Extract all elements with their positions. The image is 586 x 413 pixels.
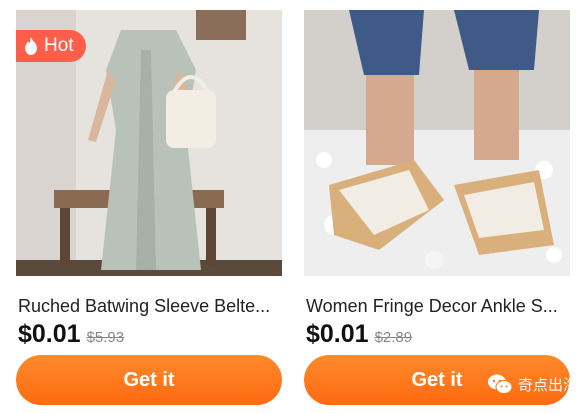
- product-card-dress[interactable]: Hot Ruched Batwing Sleeve Belte... $0.01…: [16, 0, 282, 413]
- flame-icon: [25, 37, 37, 55]
- product-card-sandals[interactable]: Women Fringe Decor Ankle S... $0.01 $2.8…: [304, 0, 570, 413]
- hot-badge: Hot: [16, 30, 86, 62]
- sandals-photo: [304, 10, 570, 276]
- product-title[interactable]: Ruched Batwing Sleeve Belte...: [18, 296, 280, 317]
- wechat-icon: [487, 374, 513, 394]
- sale-price: $0.01: [306, 320, 369, 348]
- sale-price: $0.01: [18, 320, 81, 348]
- hot-badge-label: Hot: [44, 35, 74, 56]
- original-price: $2.89: [374, 329, 413, 346]
- get-it-button[interactable]: Get it: [16, 355, 282, 405]
- product-title[interactable]: Women Fringe Decor Ankle S...: [306, 296, 568, 317]
- price-row: $0.01 $2.89: [306, 320, 412, 349]
- product-image-sandals[interactable]: [304, 10, 570, 276]
- original-price: $5.93: [86, 329, 125, 346]
- price-row: $0.01 $5.93: [18, 320, 124, 349]
- watermark-text: 奇点出海: [517, 376, 578, 394]
- watermark: 奇点出海: [487, 373, 578, 395]
